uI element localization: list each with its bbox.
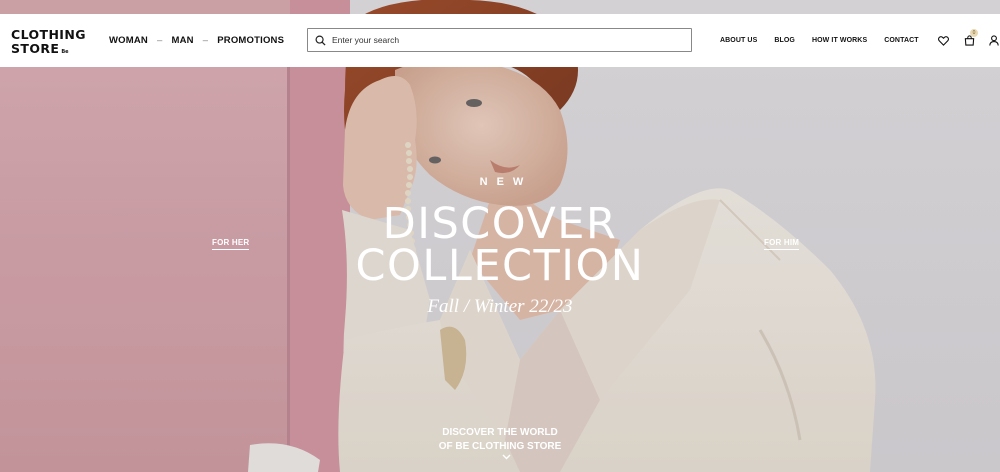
hero-title: DISCOVER COLLECTION: [0, 199, 1000, 291]
cta-line1: DISCOVER THE WORLD: [442, 427, 558, 438]
cta-line2: OF BE CLOTHING STORE: [438, 441, 562, 452]
for-him-link[interactable]: FOR HIM: [764, 238, 800, 250]
for-her-link[interactable]: FOR HER: [212, 238, 250, 250]
hero-title-line1: DISCOVER: [382, 199, 618, 249]
hero-content: NEW DISCOVER COLLECTION Fall / Winter 22…: [0, 0, 1000, 472]
discover-world-cta[interactable]: DISCOVER THE WORLD OF BE CLOTHING STORE: [0, 426, 1000, 454]
hero-title-line2: COLLECTION: [355, 241, 645, 291]
hero-kicker: NEW: [479, 176, 533, 188]
hero-subtitle: Fall / Winter 22/23: [427, 296, 573, 317]
chevron-down-icon[interactable]: [502, 454, 511, 460]
